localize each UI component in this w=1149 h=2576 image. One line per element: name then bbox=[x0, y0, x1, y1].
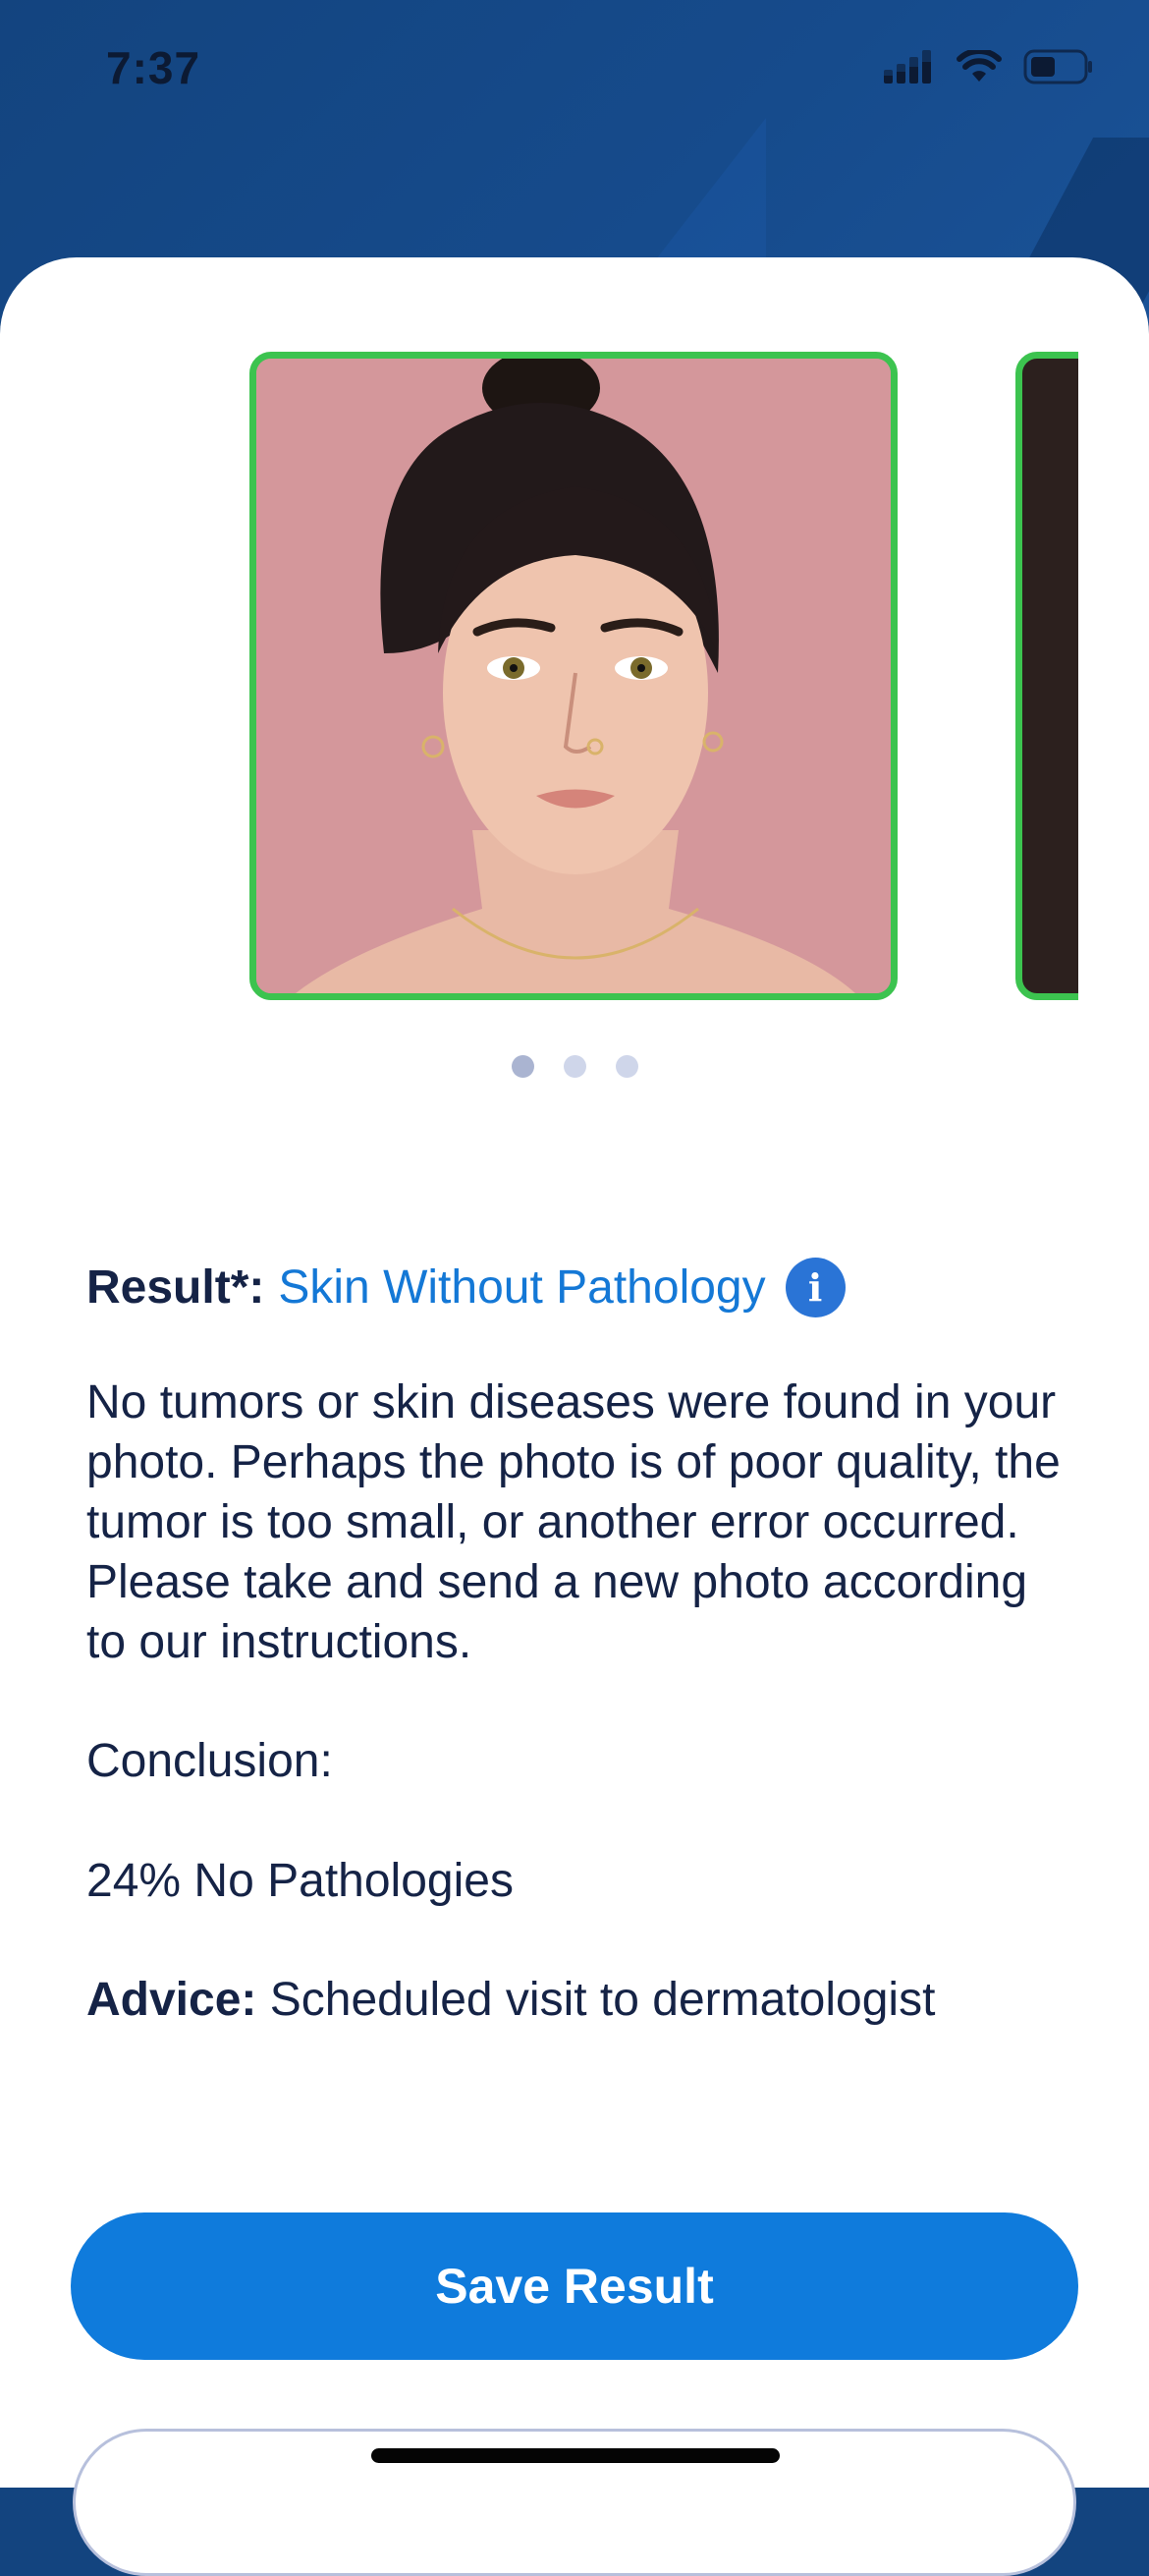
home-indicator bbox=[371, 2448, 780, 2463]
battery-icon bbox=[1023, 49, 1092, 84]
pagination-dot[interactable] bbox=[563, 1055, 586, 1078]
second-photo[interactable] bbox=[1015, 352, 1078, 1000]
carousel-pagination bbox=[0, 1055, 1149, 1078]
status-time: 7:37 bbox=[106, 42, 201, 93]
result-line: Result*: Skin Without Pathology i bbox=[86, 1258, 1068, 1317]
result-description: No tumors or skin diseases were found in… bbox=[86, 1376, 1061, 1668]
cellular-signal-icon bbox=[884, 50, 931, 84]
result-content: Result*: Skin Without Pathology i No tum… bbox=[86, 1258, 1068, 2030]
wifi-icon bbox=[957, 50, 1002, 82]
result-card: Result*: Skin Without Pathology i No tum… bbox=[0, 257, 1149, 2488]
result-label: Result*: bbox=[86, 1261, 265, 1314]
face-photo[interactable] bbox=[249, 352, 898, 1000]
face-photo-image bbox=[256, 359, 891, 993]
advice-value: Scheduled visit to dermatologist bbox=[256, 1974, 936, 2026]
info-icon[interactable]: i bbox=[785, 1258, 846, 1317]
pagination-dot[interactable] bbox=[615, 1055, 638, 1078]
advice-label: Advice: bbox=[86, 1974, 257, 2026]
advice-line: Advice: Scheduled visit to dermatologist bbox=[86, 1970, 1068, 2030]
conclusion-label: Conclusion: bbox=[86, 1735, 333, 1787]
pagination-dot[interactable] bbox=[511, 1055, 534, 1078]
photo-carousel[interactable] bbox=[0, 352, 1078, 1006]
result-value: Skin Without Pathology bbox=[278, 1261, 766, 1314]
save-result-button[interactable]: Save Result bbox=[71, 2212, 1078, 2360]
conclusion-value: 24% No Pathologies bbox=[86, 1855, 514, 1907]
status-icons bbox=[884, 49, 1094, 84]
